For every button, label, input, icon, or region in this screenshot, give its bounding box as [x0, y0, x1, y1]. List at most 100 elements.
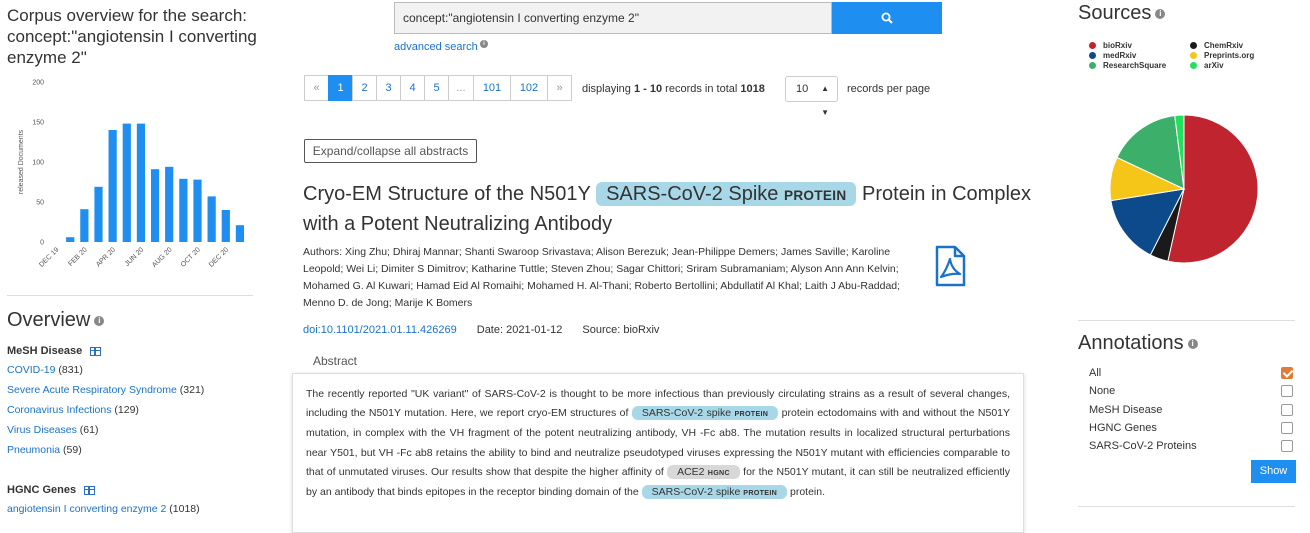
- abstract-tab[interactable]: Abstract: [313, 354, 357, 368]
- legend-item[interactable]: Preprints.org: [1190, 51, 1254, 60]
- records-per-page-value: 10: [796, 83, 809, 95]
- histogram-bar[interactable]: [235, 225, 245, 242]
- annotation-option[interactable]: HGNC Genes: [1089, 419, 1297, 437]
- highlight-text: SARS-CoV-2 spike: [651, 486, 741, 499]
- page-link[interactable]: 102: [510, 75, 548, 101]
- annotation-checkbox[interactable]: [1281, 385, 1293, 398]
- y-axis-label: released Documents: [18, 129, 25, 194]
- annotation-checkbox[interactable]: [1281, 403, 1293, 416]
- annotation-option[interactable]: MeSH Disease: [1089, 401, 1297, 419]
- legend-item[interactable]: bioRxiv: [1089, 41, 1132, 50]
- displaying-range: 1 - 10: [633, 83, 663, 95]
- displaying-prefix: displaying: [582, 83, 634, 95]
- expand-collapse-button[interactable]: Expand/collapse all abstracts: [304, 139, 477, 163]
- page-link[interactable]: 4: [400, 75, 425, 101]
- facet-count: (61): [79, 424, 99, 436]
- table-icon[interactable]: [90, 346, 102, 356]
- annotation-checkbox[interactable]: [1281, 367, 1293, 379]
- facet-item: COVID-19 (831): [7, 360, 204, 380]
- histogram-bar[interactable]: [179, 178, 188, 242]
- overview-title-text: Overview: [7, 309, 91, 331]
- page-link[interactable]: 5: [424, 75, 449, 101]
- x-tick-label: AUG 20: [151, 246, 174, 269]
- page-link[interactable]: «: [304, 75, 329, 101]
- facet-link[interactable]: Virus Diseases: [7, 424, 77, 436]
- divider: [7, 295, 253, 296]
- page-link[interactable]: 2: [352, 75, 377, 101]
- corpus-title: Corpus overview for the search: concept:…: [7, 6, 257, 67]
- legend-label: ChemRxiv: [1204, 41, 1244, 50]
- facet-link[interactable]: Coronavirus Infections: [7, 404, 111, 416]
- mesh-disease-list: COVID-19 (831) Severe Acute Respiratory S…: [7, 360, 204, 460]
- legend-item[interactable]: arXiv: [1190, 61, 1224, 70]
- advanced-search-link[interactable]: advanced search: [394, 41, 478, 53]
- protein-highlight[interactable]: SARS-CoV-2 spike PROTEIN: [641, 485, 788, 500]
- hgnc-genes-section: HGNC Genes angiotensin I converting enzy…: [7, 484, 200, 519]
- annotation-checkbox[interactable]: [1281, 421, 1293, 434]
- hgnc-genes-list: angiotensin I converting enzyme 2 (1018): [7, 499, 200, 519]
- y-tick-label: 150: [32, 120, 44, 127]
- histogram-bar[interactable]: [207, 196, 216, 242]
- annotation-option[interactable]: All: [1089, 364, 1297, 382]
- protein-highlight[interactable]: SARS-CoV-2 Spike PROTEIN: [596, 182, 857, 206]
- gene-highlight[interactable]: ACE2 HGNC: [667, 464, 740, 479]
- histogram-bar[interactable]: [221, 210, 230, 242]
- annotation-checkbox[interactable]: [1281, 440, 1293, 453]
- protein-highlight[interactable]: SARS-CoV-2 spike PROTEIN: [631, 406, 779, 421]
- facet-item: angiotensin I converting enzyme 2 (1018): [7, 499, 200, 519]
- mesh-disease-section: MeSH Disease COVID-19 (831) Severe Acute …: [7, 345, 204, 460]
- annotations-title-text: Annotations: [1078, 332, 1184, 354]
- legend-item[interactable]: ResearchSquare: [1089, 61, 1166, 70]
- page-link[interactable]: »: [547, 75, 572, 101]
- legend-swatch: [1190, 42, 1197, 50]
- highlight-tag: PROTEIN: [734, 410, 769, 419]
- annotation-option[interactable]: None: [1089, 382, 1297, 400]
- x-tick-label: DEC 20: [208, 246, 230, 268]
- abstract-panel: The recently reported "UK variant" of SA…: [292, 373, 1024, 533]
- table-icon[interactable]: [84, 485, 96, 495]
- records-per-page-select[interactable]: 10 ▲ ▼: [785, 76, 838, 117]
- facet-link[interactable]: angiotensin I converting enzyme 2: [7, 503, 166, 515]
- sources-title: Sources i: [1078, 2, 1166, 25]
- doi-link[interactable]: doi:10.1101/2021.01.11.426269: [303, 324, 457, 336]
- histogram-bar[interactable]: [66, 237, 75, 242]
- histogram-bar[interactable]: [150, 169, 160, 242]
- legend-item[interactable]: ChemRxiv: [1190, 41, 1243, 50]
- page-link[interactable]: 101: [473, 75, 511, 101]
- title-text-before: Cryo-EM Structure of the N501Y: [303, 183, 591, 205]
- facet-link[interactable]: COVID-19: [7, 364, 55, 376]
- show-button[interactable]: Show: [1251, 460, 1296, 483]
- annotation-option[interactable]: SARS-CoV-2 Proteins: [1089, 437, 1297, 455]
- facet-count: (129): [114, 404, 139, 416]
- info-icon[interactable]: i: [1187, 338, 1198, 349]
- abstract-part-4: protein.: [789, 486, 826, 499]
- histogram-bar[interactable]: [94, 186, 103, 242]
- page-link[interactable]: 3: [376, 75, 401, 101]
- legend-item[interactable]: medRxiv: [1089, 51, 1136, 60]
- search-button[interactable]: [832, 2, 942, 34]
- legend-label: bioRxiv: [1103, 41, 1132, 50]
- facet-link[interactable]: Pneumonia: [7, 444, 60, 456]
- search-icon: [881, 12, 893, 24]
- histogram-bar[interactable]: [193, 179, 202, 242]
- article-title[interactable]: Cryo-EM Structure of the N501Y SARS-CoV-…: [303, 180, 1043, 239]
- hgnc-genes-heading-text: HGNC Genes: [7, 484, 77, 496]
- histogram-bar[interactable]: [122, 123, 131, 242]
- info-icon[interactable]: i: [94, 315, 105, 326]
- facet-link[interactable]: Severe Acute Respiratory Syndrome: [7, 384, 177, 396]
- info-icon[interactable]: i: [1155, 8, 1166, 19]
- highlight-text: ACE2: [677, 465, 705, 478]
- histogram-bar[interactable]: [108, 130, 117, 242]
- search-input[interactable]: [394, 2, 832, 34]
- histogram-bar[interactable]: [80, 209, 89, 242]
- page-link[interactable]: 1: [328, 75, 353, 101]
- mesh-disease-heading-text: MeSH Disease: [7, 345, 83, 357]
- pdf-icon[interactable]: [934, 245, 966, 287]
- mesh-disease-heading: MeSH Disease: [7, 345, 204, 357]
- facet-item: Pneumonia (59): [7, 440, 204, 460]
- info-icon[interactable]: i: [480, 40, 488, 48]
- histogram-bar[interactable]: [165, 166, 174, 242]
- highlight-tag: PROTEIN: [743, 489, 778, 498]
- histogram-bar[interactable]: [136, 123, 146, 242]
- authors: Authors: Xing Zhu; Dhiraj Mannar; Shanti…: [303, 246, 901, 309]
